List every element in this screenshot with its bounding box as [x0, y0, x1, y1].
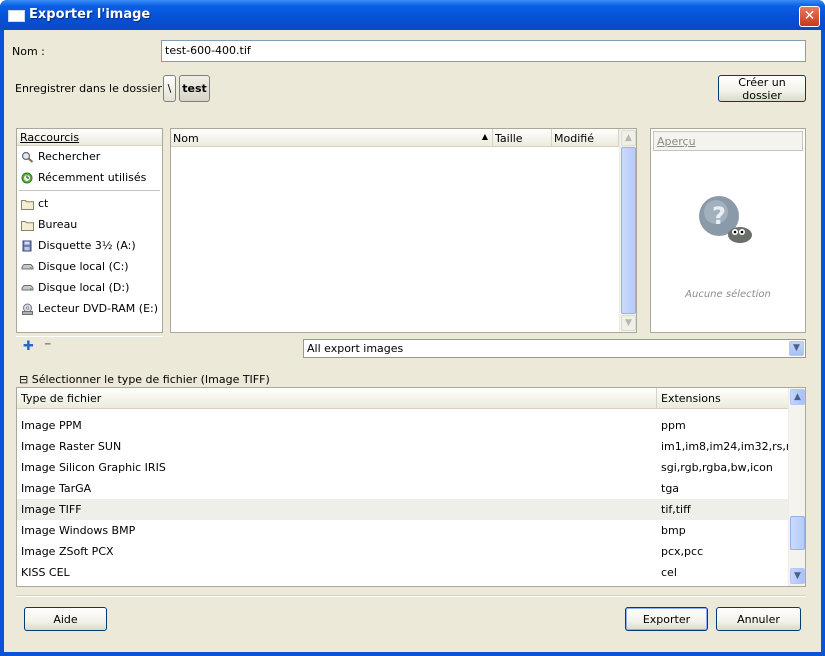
cancel-button[interactable]: Annuler — [716, 607, 801, 631]
preview-empty-text: Aucune sélection — [685, 289, 771, 300]
file-type-name: Image Windows BMP — [21, 524, 136, 537]
table-row[interactable]: Image PPM ppm — [17, 415, 788, 436]
svg-text:?: ? — [712, 202, 726, 230]
column-name[interactable]: Nom ▲ — [171, 129, 493, 147]
save-in-label: Enregistrer dans le dossier : — [15, 82, 170, 95]
scroll-down-button[interactable]: ▼ — [621, 315, 636, 331]
scroll-up-button[interactable]: ▲ — [621, 130, 636, 146]
preview-header: Aperçu — [653, 131, 803, 151]
shortcut-search-label: Rechercher — [38, 150, 101, 163]
file-type-extensions: im1,im8,im24,im32,rs,ras — [661, 440, 803, 453]
table-row[interactable]: Image TIFF tif,tiff — [17, 499, 788, 520]
shortcut-floppy[interactable]: Disquette 3½ (A:) — [17, 235, 162, 256]
file-type-extensions: tga — [661, 482, 680, 495]
file-filter-select[interactable]: All export images ▼ — [303, 339, 806, 358]
column-size[interactable]: Taille — [493, 129, 552, 147]
file-type-extensions: tif,tiff — [661, 503, 691, 516]
shortcuts-separator — [19, 190, 160, 191]
disk-icon — [21, 261, 34, 273]
shortcuts-header[interactable]: Raccourcis — [17, 129, 162, 146]
file-type-extensions: pcx,pcc — [661, 545, 704, 558]
scroll-thumb[interactable] — [790, 516, 805, 550]
sort-ascending-icon: ▲ — [481, 132, 488, 141]
no-preview-icon: ? — [696, 191, 756, 252]
shortcut-disk-d[interactable]: Disque local (D:) — [17, 277, 162, 298]
column-file-type[interactable]: Type de fichier — [17, 388, 657, 409]
window-icon — [8, 10, 25, 22]
chevron-down-icon[interactable]: ▼ — [789, 341, 804, 356]
shortcut-dvd[interactable]: Lecteur DVD-RAM (E:) — [17, 298, 162, 319]
shortcut-recent[interactable]: Récemment utilisés — [17, 167, 162, 188]
shortcut-bureau[interactable]: Bureau — [17, 214, 162, 235]
dialog-window: Exporter l'image ✕ Nom : test-600-400.ti… — [0, 0, 825, 656]
file-list[interactable]: Nom ▲ Taille Modifié ▲ ▼ — [170, 128, 637, 333]
title-bar[interactable]: Exporter l'image ✕ — [0, 0, 825, 30]
collapse-icon: ⊟ — [19, 373, 29, 386]
file-type-extensions: cel — [661, 566, 677, 579]
dvd-icon — [21, 303, 34, 315]
shortcut-ct[interactable]: ct — [17, 193, 162, 214]
dialog-body: Nom : test-600-400.tif Enregistrer dans … — [4, 30, 821, 652]
file-type-list[interactable]: Type de fichier Extensions Image PPM ppm I… — [16, 387, 806, 587]
filename-input[interactable]: test-600-400.tif — [161, 40, 806, 62]
table-row[interactable]: Image Raster SUN im1,im8,im24,im32,rs,ras — [17, 436, 803, 457]
shortcut-floppy-label: Disquette 3½ (A:) — [38, 239, 136, 252]
file-type-name: Image ZSoft PCX — [21, 545, 114, 558]
add-shortcut-button[interactable]: ✚ — [23, 339, 34, 354]
file-list-scrollbar[interactable]: ▲ ▼ — [619, 129, 636, 332]
table-row[interactable]: Image ZSoft PCX pcx,pcc — [17, 541, 788, 562]
file-type-name: Image Silicon Graphic IRIS — [21, 461, 166, 474]
file-type-label: Sélectionner le type de fichier (Image T… — [31, 373, 270, 386]
folder-icon — [21, 198, 34, 210]
shortcut-disk-d-label: Disque local (D:) — [38, 281, 130, 294]
scroll-up-button[interactable]: ▲ — [790, 389, 805, 405]
path-test-button[interactable]: test — [179, 75, 210, 102]
help-button[interactable]: Aide — [24, 607, 107, 631]
file-type-name: Image TIFF — [21, 503, 82, 516]
floppy-icon — [21, 240, 34, 252]
table-row[interactable]: Image TarGA tga — [17, 478, 788, 499]
column-modified[interactable]: Modifié — [552, 129, 619, 147]
shortcut-disk-c-label: Disque local (C:) — [38, 260, 129, 273]
path-root-button[interactable]: \ — [163, 75, 176, 102]
shortcut-buttons: ✚ ━ — [16, 336, 163, 358]
file-type-name: KISS CEL — [21, 566, 70, 579]
search-icon — [21, 151, 34, 163]
create-folder-button[interactable]: Créer un dossier — [718, 75, 806, 102]
file-type-name: Image Raster SUN — [21, 440, 122, 453]
table-row[interactable]: KISS CEL cel — [17, 562, 788, 583]
table-row[interactable]: Image Silicon Graphic IRIS sgi,rgb,rgba,b… — [17, 457, 788, 478]
file-type-extensions: sgi,rgb,rgba,bw,icon — [661, 461, 773, 474]
file-list-header: Nom ▲ Taille Modifié — [171, 129, 619, 147]
disk-icon — [21, 282, 34, 294]
remove-shortcut-button[interactable]: ━ — [45, 340, 50, 350]
shortcut-recent-label: Récemment utilisés — [38, 171, 147, 184]
window-title: Exporter l'image — [29, 7, 151, 22]
name-label: Nom : — [12, 45, 45, 58]
file-type-header: Type de fichier Extensions — [17, 388, 788, 409]
file-type-scrollbar[interactable]: ▲ ▼ — [788, 388, 805, 586]
shortcut-bureau-label: Bureau — [38, 218, 78, 231]
folder-icon — [21, 219, 34, 231]
shortcut-dvd-label: Lecteur DVD-RAM (E:) — [38, 302, 159, 315]
shortcuts-pane: Raccourcis Rechercher Récemment utilisés… — [16, 128, 163, 333]
table-row[interactable]: Image Windows BMP bmp — [17, 520, 788, 541]
close-button[interactable]: ✕ — [799, 6, 820, 27]
file-type-name: Image PPM — [21, 419, 82, 432]
file-type-extensions: bmp — [661, 524, 686, 537]
scroll-thumb[interactable] — [621, 147, 636, 314]
shortcut-ct-label: ct — [38, 197, 49, 210]
file-type-name: Image TarGA — [21, 482, 92, 495]
file-type-extensions: ppm — [661, 419, 686, 432]
export-button[interactable]: Exporter — [625, 607, 708, 631]
scroll-down-button[interactable]: ▼ — [790, 568, 805, 584]
recent-icon — [21, 172, 34, 184]
bottom-separator — [16, 595, 806, 597]
shortcut-disk-c[interactable]: Disque local (C:) — [17, 256, 162, 277]
shortcut-search[interactable]: Rechercher — [17, 146, 162, 167]
column-extensions[interactable]: Extensions — [657, 388, 788, 409]
file-type-expander[interactable]: ⊟ Sélectionner le type de fichier (Image… — [19, 373, 270, 386]
preview-pane: Aperçu ? Aucune sélection — [650, 128, 806, 333]
